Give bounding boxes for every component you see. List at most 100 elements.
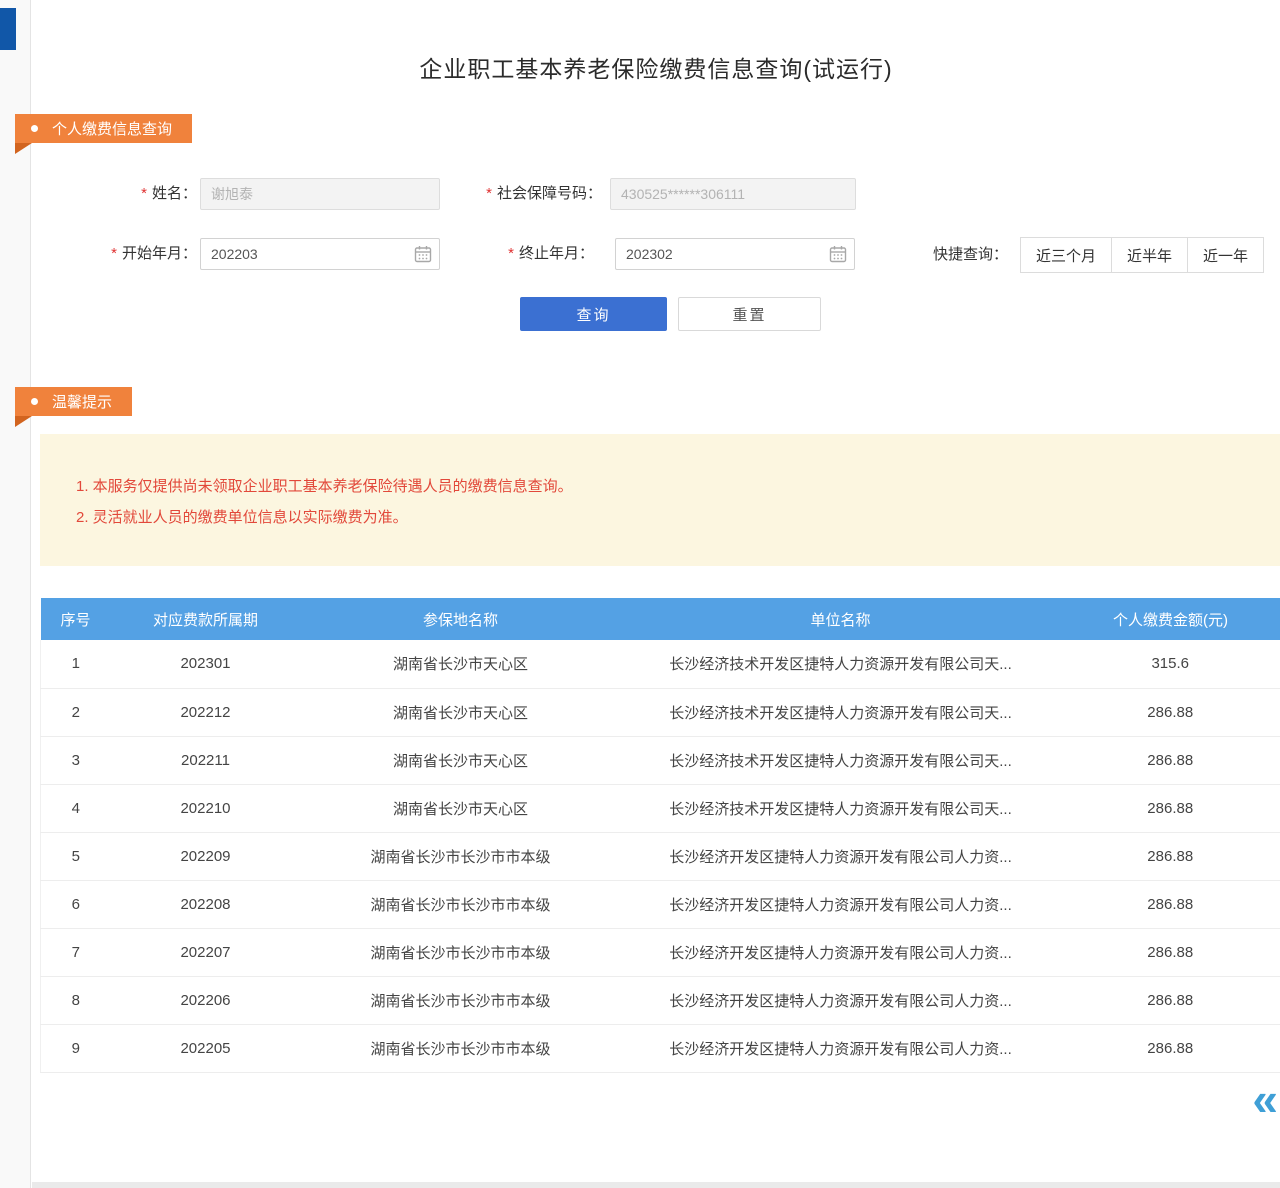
table-cell: 286.88 (1061, 736, 1280, 784)
table-cell: 长沙经济开发区捷特人力资源开发有限公司人力资... (621, 832, 1061, 880)
table-cell: 长沙经济开发区捷特人力资源开发有限公司人力资... (621, 976, 1061, 1024)
reset-button[interactable]: 重置 (678, 297, 821, 331)
query-button[interactable]: 查询 (520, 297, 667, 331)
table-cell: 湖南省长沙市长沙市市本级 (301, 928, 621, 976)
quick-btn-3months[interactable]: 近三个月 (1020, 237, 1112, 273)
end-date-label: *终止年月： (457, 238, 594, 270)
table-cell: 湖南省长沙市长沙市市本级 (301, 832, 621, 880)
ssn-input[interactable] (610, 178, 856, 210)
table-cell: 286.88 (1061, 976, 1280, 1024)
table-cell: 长沙经济技术开发区捷特人力资源开发有限公司天... (621, 640, 1061, 688)
table-row: 2202212湖南省长沙市天心区长沙经济技术开发区捷特人力资源开发有限公司天..… (41, 688, 1280, 736)
end-date-field (615, 238, 855, 270)
required-asterisk: * (486, 185, 492, 202)
quick-query-label: 快捷查询： (888, 237, 1008, 273)
start-date-field (200, 238, 440, 270)
section-badge-query: 个人缴费信息查询 (15, 114, 192, 143)
table-body: 1202301湖南省长沙市天心区长沙经济技术开发区捷特人力资源开发有限公司天..… (41, 640, 1280, 1072)
page: { "colors": { "accent_orange": "#f0823c"… (0, 0, 1280, 1188)
table-cell: 湖南省长沙市天心区 (301, 784, 621, 832)
bullet-icon (31, 398, 38, 405)
table-cell: 6 (41, 880, 111, 928)
table-row: 1202301湖南省长沙市天心区长沙经济技术开发区捷特人力资源开发有限公司天..… (41, 640, 1280, 688)
notice-box: 1. 本服务仅提供尚未领取企业职工基本养老保险待遇人员的缴费信息查询。 2. 灵… (40, 434, 1280, 566)
table-cell: 湖南省长沙市天心区 (301, 736, 621, 784)
table-cell: 202208 (111, 880, 301, 928)
table-cell: 202211 (111, 736, 301, 784)
table-row: 6202208湖南省长沙市长沙市市本级长沙经济开发区捷特人力资源开发有限公司人力… (41, 880, 1280, 928)
table-cell: 4 (41, 784, 111, 832)
required-asterisk: * (111, 245, 117, 262)
table-cell: 长沙经济技术开发区捷特人力资源开发有限公司天... (621, 688, 1061, 736)
table-cell: 286.88 (1061, 784, 1280, 832)
required-asterisk: * (508, 245, 514, 262)
collapse-chevron-icon[interactable]: « (1252, 1076, 1278, 1122)
notice-line: 2. 灵活就业人员的缴费单位信息以实际缴费为准。 (76, 505, 1260, 530)
results-table: 序号 对应费款所属期 参保地名称 单位名称 个人缴费金额(元) 1202301湖… (40, 598, 1280, 1073)
notice-line: 1. 本服务仅提供尚未领取企业职工基本养老保险待遇人员的缴费信息查询。 (76, 474, 1260, 499)
table-cell: 202212 (111, 688, 301, 736)
quick-btn-oneyear[interactable]: 近一年 (1187, 237, 1264, 273)
col-header-index: 序号 (41, 598, 111, 640)
table-cell: 湖南省长沙市长沙市市本级 (301, 880, 621, 928)
table-cell: 湖南省长沙市长沙市市本级 (301, 1024, 621, 1072)
table-row: 3202211湖南省长沙市天心区长沙经济技术开发区捷特人力资源开发有限公司天..… (41, 736, 1280, 784)
col-header-amount: 个人缴费金额(元) (1061, 598, 1280, 640)
quick-query-group: 近三个月 近半年 近一年 (1020, 237, 1264, 273)
table-cell: 长沙经济技术开发区捷特人力资源开发有限公司天... (621, 784, 1061, 832)
name-input[interactable] (200, 178, 440, 210)
calendar-icon[interactable] (829, 245, 847, 263)
ssn-label: *社会保障号码： (442, 178, 602, 210)
quick-btn-halfyear[interactable]: 近半年 (1111, 237, 1188, 273)
table-row: 9202205湖南省长沙市长沙市市本级长沙经济开发区捷特人力资源开发有限公司人力… (41, 1024, 1280, 1072)
section-badge-tips: 温馨提示 (15, 387, 132, 416)
main-panel: 企业职工基本养老保险缴费信息查询(试运行) 个人缴费信息查询 *姓名： *社会保… (32, 0, 1280, 1188)
col-header-region: 参保地名称 (301, 598, 621, 640)
table-cell: 9 (41, 1024, 111, 1072)
table-cell: 长沙经济技术开发区捷特人力资源开发有限公司天... (621, 736, 1061, 784)
table-cell: 286.88 (1061, 928, 1280, 976)
col-header-company: 单位名称 (621, 598, 1061, 640)
col-header-period: 对应费款所属期 (111, 598, 301, 640)
table-cell: 1 (41, 640, 111, 688)
table-cell: 202205 (111, 1024, 301, 1072)
page-title: 企业职工基本养老保险缴费信息查询(试运行) (32, 50, 1280, 84)
start-date-label: *开始年月： (60, 238, 197, 270)
table-cell: 315.6 (1061, 640, 1280, 688)
table-cell: 5 (41, 832, 111, 880)
table-cell: 202301 (111, 640, 301, 688)
table-row: 8202206湖南省长沙市长沙市市本级长沙经济开发区捷特人力资源开发有限公司人力… (41, 976, 1280, 1024)
table-cell: 286.88 (1061, 832, 1280, 880)
table-cell: 湖南省长沙市天心区 (301, 640, 621, 688)
table-row: 7202207湖南省长沙市长沙市市本级长沙经济开发区捷特人力资源开发有限公司人力… (41, 928, 1280, 976)
sidebar-blue-block (0, 8, 16, 50)
table-cell: 286.88 (1061, 880, 1280, 928)
table-cell: 202210 (111, 784, 301, 832)
section-badge-query-label: 个人缴费信息查询 (52, 118, 172, 139)
table-cell: 8 (41, 976, 111, 1024)
table-row: 5202209湖南省长沙市长沙市市本级长沙经济开发区捷特人力资源开发有限公司人力… (41, 832, 1280, 880)
results-table-wrap: 序号 对应费款所属期 参保地名称 单位名称 个人缴费金额(元) 1202301湖… (40, 598, 1280, 1073)
calendar-icon[interactable] (414, 245, 432, 263)
table-cell: 2 (41, 688, 111, 736)
bullet-icon (31, 125, 38, 132)
table-header-row: 序号 对应费款所属期 参保地名称 单位名称 个人缴费金额(元) (41, 598, 1280, 640)
footer-strip (32, 1182, 1280, 1188)
end-date-input[interactable] (615, 238, 855, 270)
start-date-input[interactable] (200, 238, 440, 270)
required-asterisk: * (141, 185, 147, 202)
table-cell: 3 (41, 736, 111, 784)
table-cell: 7 (41, 928, 111, 976)
table-cell: 长沙经济开发区捷特人力资源开发有限公司人力资... (621, 880, 1061, 928)
table-cell: 湖南省长沙市天心区 (301, 688, 621, 736)
section-badge-tips-label: 温馨提示 (52, 391, 112, 412)
table-cell: 长沙经济开发区捷特人力资源开发有限公司人力资... (621, 928, 1061, 976)
left-rail (0, 0, 31, 1188)
table-cell: 湖南省长沙市长沙市市本级 (301, 976, 621, 1024)
table-cell: 202207 (111, 928, 301, 976)
table-cell: 202209 (111, 832, 301, 880)
table-cell: 286.88 (1061, 688, 1280, 736)
name-label: *姓名： (72, 178, 197, 210)
table-cell: 286.88 (1061, 1024, 1280, 1072)
table-cell: 长沙经济开发区捷特人力资源开发有限公司人力资... (621, 1024, 1061, 1072)
